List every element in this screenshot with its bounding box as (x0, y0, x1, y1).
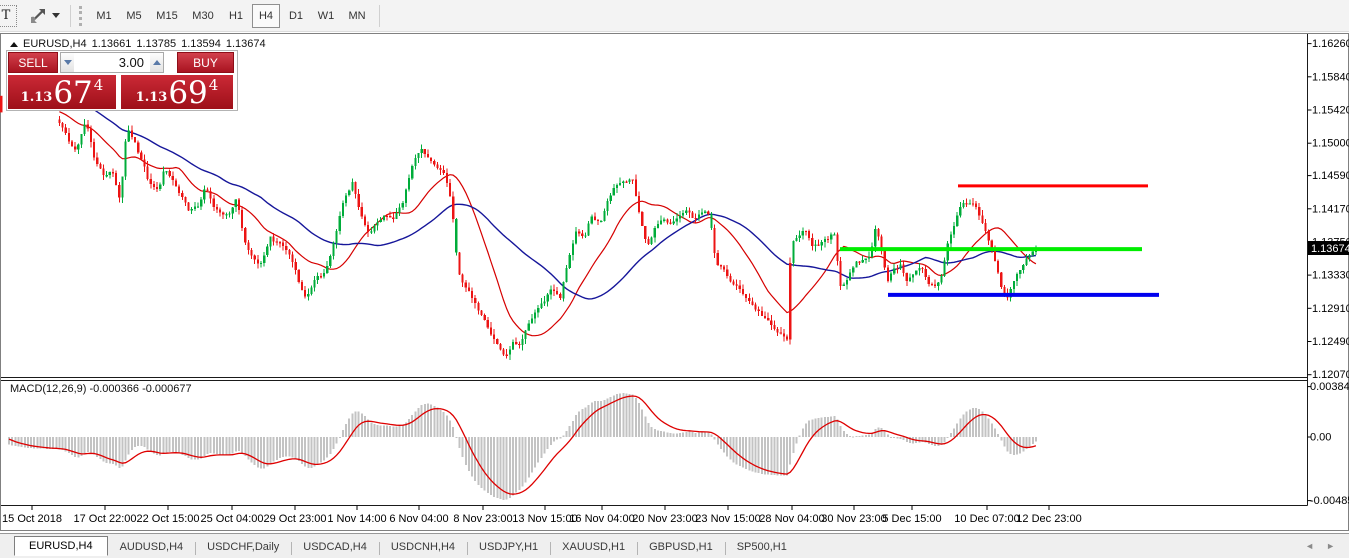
tf-button-m1[interactable]: M1 (90, 4, 118, 28)
svg-text:20 Nov 23:00: 20 Nov 23:00 (632, 513, 697, 525)
svg-text:23 Nov 15:00: 23 Nov 15:00 (695, 513, 760, 525)
svg-text:1.13330: 1.13330 (1312, 270, 1349, 282)
tf-button-m30[interactable]: M30 (186, 4, 220, 28)
svg-text:28 Nov 04:00: 28 Nov 04:00 (759, 513, 824, 525)
chart-high-value: 1.13785 (136, 38, 177, 50)
tab-usdcnh-h4[interactable]: USDCNH,H4 (378, 538, 467, 556)
ask-price-big: 69 (168, 75, 208, 111)
svg-text:8 Nov 23:00: 8 Nov 23:00 (453, 513, 512, 525)
svg-text:0.003847: 0.003847 (1310, 381, 1349, 393)
triangle-up-icon (10, 41, 18, 47)
svg-text:1 Nov 14:00: 1 Nov 14:00 (327, 513, 386, 525)
volume-input[interactable] (74, 52, 150, 73)
chart-ohlc-header: EURUSD,H4 1.13661 1.13785 1.13594 1.1367… (10, 38, 271, 50)
svg-text:16 Nov 04:00: 16 Nov 04:00 (569, 513, 634, 525)
sell-button[interactable]: SELL (8, 52, 58, 73)
chart-symbol-period: EURUSD,H4 (23, 38, 87, 50)
svg-text:1.12070: 1.12070 (1312, 369, 1349, 381)
svg-text:29 Oct 23:00: 29 Oct 23:00 (264, 513, 327, 525)
diagonal-arrows-icon (29, 8, 47, 24)
tab-eurusd-h4[interactable]: EURUSD,H4 (14, 536, 108, 556)
bid-price-panel[interactable]: 1.13 67 4 (8, 75, 116, 109)
tf-button-m15[interactable]: M15 (150, 4, 184, 28)
svg-text:6 Nov 04:00: 6 Nov 04:00 (389, 513, 448, 525)
toolbar-separator (70, 4, 71, 27)
current-price-value: 1.13674 (1311, 243, 1349, 255)
tab-usdchf-daily[interactable]: USDCHF,Daily (195, 538, 291, 556)
ask-price-prefix: 1.13 (135, 90, 168, 105)
svg-text:-0.004856: -0.004856 (1310, 495, 1349, 507)
tf-button-h1[interactable]: H1 (222, 4, 250, 28)
svg-text:25 Oct 04:00: 25 Oct 04:00 (201, 513, 264, 525)
svg-text:1.14170: 1.14170 (1312, 203, 1349, 215)
svg-text:1.15840: 1.15840 (1312, 71, 1349, 83)
tab-sp500-h1[interactable]: SP500,H1 (724, 538, 799, 556)
tf-button-d1[interactable]: D1 (282, 4, 310, 28)
tf-button-w1[interactable]: W1 (312, 4, 340, 28)
svg-text:22 Oct 15:00: 22 Oct 15:00 (137, 513, 200, 525)
bid-price-big: 67 (53, 75, 93, 111)
toolbar-grip-handle[interactable] (79, 5, 85, 26)
svg-text:13 Nov 15:00: 13 Nov 15:00 (512, 513, 577, 525)
bid-price-pipette: 4 (93, 76, 104, 94)
svg-text:5 Dec 15:00: 5 Dec 15:00 (882, 513, 941, 525)
svg-text:1.12490: 1.12490 (1312, 336, 1349, 348)
triangle-up-icon (152, 60, 161, 65)
svg-text:17 Oct 22:00: 17 Oct 22:00 (74, 513, 137, 525)
tab-audusd-h4[interactable]: AUDUSD,H4 (108, 538, 196, 556)
cycle-lines-tool[interactable] (29, 8, 60, 24)
tf-button-m5[interactable]: M5 (120, 4, 148, 28)
svg-text:15 Oct 2018: 15 Oct 2018 (2, 513, 62, 525)
chart-low-value: 1.13594 (181, 38, 221, 50)
ask-price-panel[interactable]: 1.13 69 4 (121, 75, 233, 109)
volume-decrease-button[interactable] (60, 52, 74, 73)
svg-text:1.14590: 1.14590 (1312, 170, 1349, 182)
svg-text:12 Dec 23:00: 12 Dec 23:00 (1016, 513, 1081, 525)
triangle-down-icon (63, 60, 72, 65)
bid-price-prefix: 1.13 (20, 90, 53, 105)
top-toolbar: T M1 M5 M15 M30 H1 H4 D1 W1 MN (0, 0, 1349, 32)
macd-indicator-label: MACD(12,26,9) -0.000366 -0.000677 (10, 383, 192, 395)
one-click-trading-panel: SELL BUY 1.13 67 4 1.13 69 4 (6, 50, 238, 111)
text-tool-icon[interactable]: T (0, 4, 17, 27)
svg-text:1.15000: 1.15000 (1312, 138, 1349, 150)
svg-text:10 Dec 07:00: 10 Dec 07:00 (954, 513, 1019, 525)
tab-scroll-left-icon[interactable]: ◄ (1305, 540, 1314, 552)
svg-text:30 Nov 23:00: 30 Nov 23:00 (821, 513, 886, 525)
svg-text:1.15420: 1.15420 (1312, 105, 1349, 117)
tab-gbpusd-h1[interactable]: GBPUSD,H1 (637, 538, 725, 556)
chart-close-value: 1.13674 (225, 38, 266, 50)
tf-button-mn[interactable]: MN (342, 4, 372, 28)
chevron-down-icon (52, 13, 60, 18)
tab-scroll-right-icon[interactable]: ► (1326, 540, 1335, 552)
tab-usdcad-h4[interactable]: USDCAD,H4 (291, 538, 379, 556)
chart-tab-bar: EURUSD,H4 AUDUSD,H4 USDCHF,Daily USDCAD,… (0, 533, 1349, 558)
svg-text:1.12910: 1.12910 (1312, 303, 1349, 315)
buy-button[interactable]: BUY (177, 52, 234, 73)
tf-button-h4[interactable]: H4 (252, 3, 280, 28)
toolbar-separator (379, 4, 380, 27)
svg-text:1.16260: 1.16260 (1312, 38, 1349, 50)
svg-text:0.00: 0.00 (1310, 432, 1331, 444)
tab-xauusd-h1[interactable]: XAUUSD,H1 (550, 538, 637, 556)
ask-price-pipette: 4 (208, 76, 219, 94)
tab-usdjpy-h1[interactable]: USDJPY,H1 (467, 538, 550, 556)
mt4-window: { "toolbar": { "text_tool": "T", "timefr… (0, 0, 1349, 558)
chart-open-value: 1.13661 (91, 38, 132, 50)
partial-candle (0, 95, 3, 113)
volume-increase-button[interactable] (150, 52, 164, 73)
